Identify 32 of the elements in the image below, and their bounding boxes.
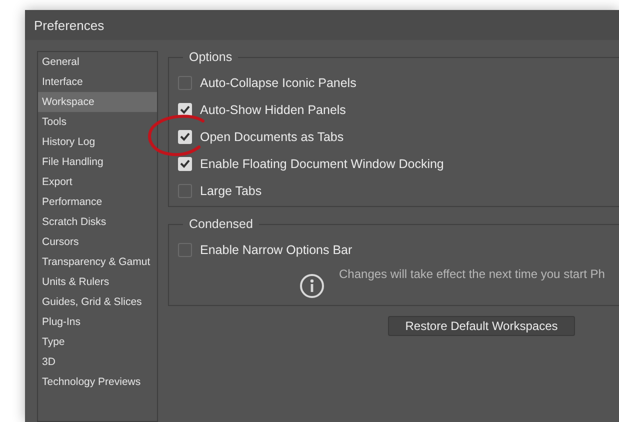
sidebar-item[interactable]: Units & Rulers <box>38 272 157 292</box>
sidebar-item[interactable]: Cursors <box>38 232 157 252</box>
sidebar-item[interactable]: Workspace <box>38 92 157 112</box>
checkbox[interactable] <box>178 242 192 256</box>
sidebar-item[interactable]: Interface <box>38 72 157 92</box>
checkbox-label[interactable]: Auto-Show Hidden Panels <box>200 102 346 116</box>
checkbox[interactable] <box>178 76 192 90</box>
sidebar-item[interactable]: Type <box>38 332 157 352</box>
sidebar-item[interactable]: Export <box>38 172 157 192</box>
group-title: Options <box>183 50 238 64</box>
sidebar-item[interactable]: General <box>38 52 157 72</box>
sidebar-item[interactable]: Plug-Ins <box>38 312 157 332</box>
checkbox-label[interactable]: Auto-Collapse Iconic Panels <box>200 76 356 90</box>
sidebar-item[interactable]: Tools <box>38 112 157 132</box>
sidebar-item[interactable]: Performance <box>38 192 157 212</box>
group-title: Condensed <box>183 217 259 231</box>
info-message: Changes will take effect the next time you start Ph <box>339 267 605 281</box>
checkbox-label[interactable]: Open Documents as Tabs <box>200 130 344 144</box>
sidebar-item[interactable]: Scratch Disks <box>38 212 157 232</box>
window-title: Preferences <box>34 18 104 32</box>
sidebar-item[interactable]: History Log <box>38 132 157 152</box>
sidebar-item[interactable]: Technology Previews <box>38 372 157 392</box>
sidebar-item[interactable]: File Handling <box>38 152 157 172</box>
checkbox-label[interactable]: Large Tabs <box>200 184 262 198</box>
checkbox-label[interactable]: Enable Narrow Options Bar <box>200 242 352 256</box>
restore-button[interactable]: Restore Default Workspaces <box>388 316 575 336</box>
sidebar-item[interactable]: 3D <box>38 352 157 372</box>
sidebar-item[interactable]: Transparency & Gamut <box>38 252 157 272</box>
checkbox[interactable] <box>178 184 192 198</box>
info-icon <box>299 273 325 299</box>
checkbox-label[interactable]: Enable Floating Document Window Docking <box>200 156 444 170</box>
sidebar-item[interactable]: Guides, Grid & Slices <box>38 292 157 312</box>
